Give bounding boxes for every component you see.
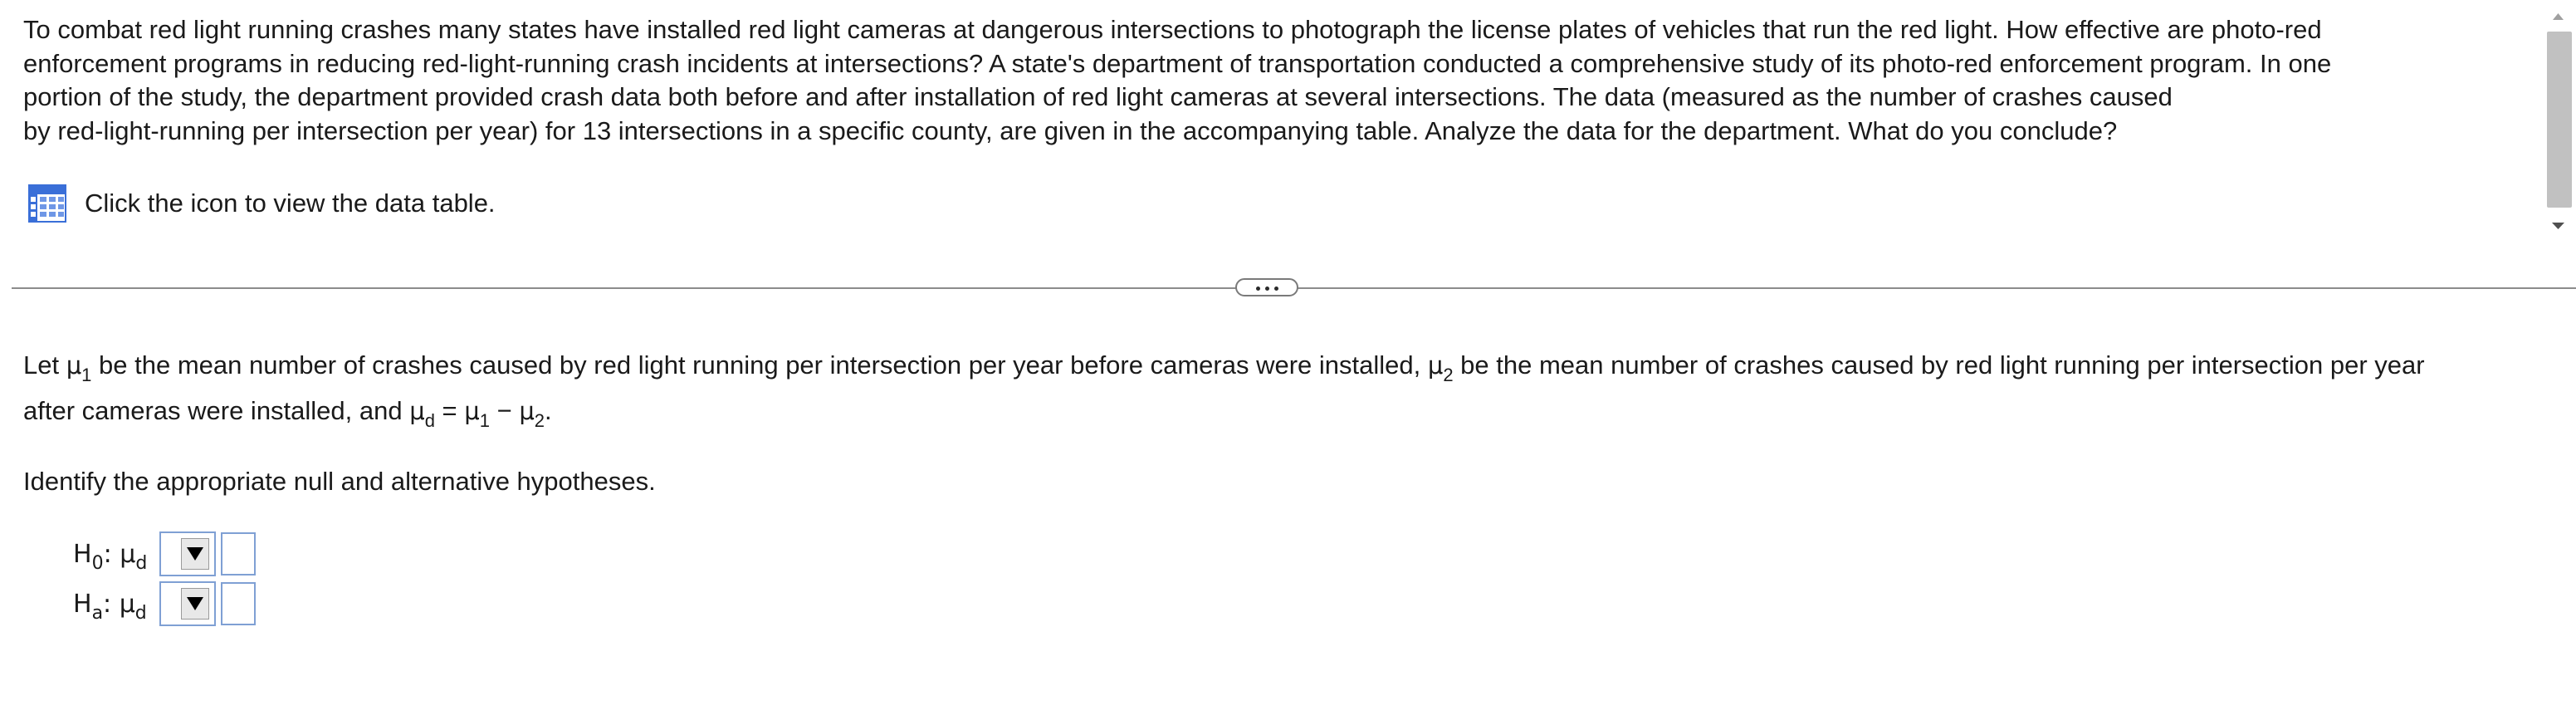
mu-symbol: μ xyxy=(1427,351,1444,380)
definition-line-2: after cameras were installed, and μd = μ… xyxy=(23,389,2564,435)
mu-symbol: μ xyxy=(464,397,480,425)
subscript: 2 xyxy=(534,410,545,431)
pane-resize-handle[interactable] xyxy=(1235,278,1298,296)
subscript: d xyxy=(134,602,147,624)
subscript: d xyxy=(135,552,148,574)
question-line: To combat red light running crashes many… xyxy=(23,15,2322,44)
let-text: Let xyxy=(23,350,66,380)
subscript: a xyxy=(91,602,104,624)
alternative-value-input[interactable] xyxy=(221,582,256,625)
answer-pane: Let μ1 be the mean number of crashes cau… xyxy=(23,344,2564,626)
page: To combat red light running crashes many… xyxy=(0,0,2576,720)
instruction-text: Identify the appropriate null and altern… xyxy=(23,467,656,496)
mu-symbol: μ xyxy=(519,397,535,425)
subscript: d xyxy=(424,410,435,431)
minus-sign: − xyxy=(489,396,520,425)
colon: : xyxy=(103,589,120,619)
question-line: enforcement programs in reducing red-lig… xyxy=(23,48,2332,78)
alternative-hypothesis-label: Ha: μd xyxy=(73,589,159,624)
hypothesis-letter: H xyxy=(73,539,92,569)
question-line: by red-light-running per intersection pe… xyxy=(23,115,2118,145)
alternative-operator-dropdown[interactable] xyxy=(159,581,216,626)
mu-symbol: μ xyxy=(120,539,136,569)
null-hypothesis-label: H0: μd xyxy=(73,539,159,574)
ellipsis-dot-icon xyxy=(1274,287,1278,291)
definition-text: be the mean number of crashes caused by … xyxy=(1453,350,2425,380)
table-grid-icon[interactable] xyxy=(28,184,66,223)
null-hypothesis-row: H0: μd xyxy=(73,531,256,576)
dropdown-button[interactable] xyxy=(181,538,209,570)
equals-sign: = xyxy=(434,396,465,425)
scroll-thumb[interactable] xyxy=(2547,32,2572,208)
alternative-hypothesis-row: Ha: μd xyxy=(73,581,256,626)
view-data-table-link[interactable]: Click the icon to view the data table. xyxy=(28,184,496,223)
mu-symbol: μ xyxy=(119,589,135,619)
triangle-down-icon xyxy=(187,597,203,610)
mu-symbol: μ xyxy=(409,397,425,425)
triangle-down-icon xyxy=(187,547,203,561)
colon: : xyxy=(103,539,120,569)
scroll-down-icon[interactable] xyxy=(2540,213,2576,238)
definition-text: be the mean number of crashes caused by … xyxy=(91,350,1428,380)
null-operator-dropdown[interactable] xyxy=(159,531,216,576)
subscript: 0 xyxy=(91,552,104,574)
subscript: 1 xyxy=(479,410,490,431)
period: . xyxy=(545,396,552,425)
dropdown-button[interactable] xyxy=(181,588,209,620)
ellipsis-dot-icon xyxy=(1265,287,1269,291)
definition-text: after cameras were installed, and xyxy=(23,396,410,425)
mu-symbol: μ xyxy=(66,351,82,380)
ellipsis-dot-icon xyxy=(1256,287,1260,291)
null-value-input[interactable] xyxy=(221,532,256,576)
subscript: 2 xyxy=(1443,365,1454,385)
question-line: portion of the study, the department pro… xyxy=(23,82,2173,111)
hypothesis-letter: H xyxy=(73,589,92,619)
definition-line-1: Let μ1 be the mean number of crashes cau… xyxy=(23,344,2564,389)
question-pane: To combat red light running crashes many… xyxy=(0,0,2540,249)
data-link-label[interactable]: Click the icon to view the data table. xyxy=(85,187,496,220)
scroll-up-icon[interactable] xyxy=(2540,3,2576,28)
question-scrollbar[interactable] xyxy=(2540,0,2576,249)
subscript: 1 xyxy=(81,365,92,385)
question-text: To combat red light running crashes many… xyxy=(23,13,2514,148)
